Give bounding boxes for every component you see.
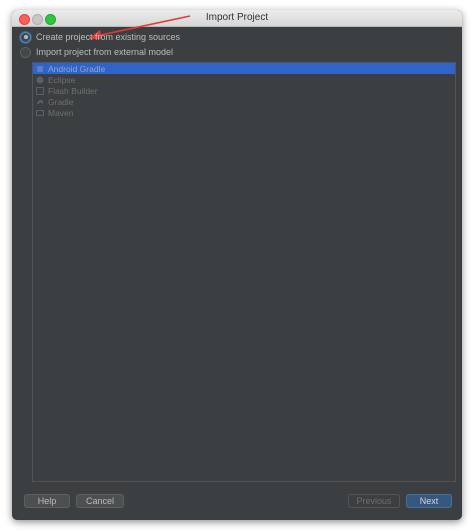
help-button[interactable]: Help — [24, 494, 70, 508]
radio-external-model[interactable] — [20, 46, 31, 58]
next-button[interactable]: Next — [406, 494, 452, 508]
maven-icon — [35, 108, 44, 117]
cancel-button[interactable]: Cancel — [76, 494, 124, 508]
list-item-gradle[interactable]: Gradle — [33, 96, 455, 107]
list-item-flash-builder[interactable]: Flash Builder — [33, 85, 455, 96]
list-item-maven[interactable]: Maven — [33, 107, 455, 118]
eclipse-icon — [35, 75, 44, 84]
option-existing-sources[interactable]: Create project from existing sources — [20, 30, 180, 44]
list-item-label: Eclipse — [48, 74, 76, 85]
external-model-list[interactable]: Android Gradle Eclipse Flash Builder Gra… — [32, 62, 456, 482]
option-external-model[interactable]: Import project from external model — [20, 45, 173, 59]
previous-button[interactable]: Previous — [348, 494, 400, 508]
window-title: Import Project — [205, 12, 269, 23]
list-item-android-gradle[interactable]: Android Gradle — [33, 63, 455, 74]
list-item-label: Android Gradle — [48, 63, 106, 74]
android-icon — [35, 64, 44, 73]
flash-builder-icon — [35, 86, 44, 95]
list-item-label: Flash Builder — [48, 85, 98, 96]
option-external-model-label: Import project from external model — [36, 47, 174, 57]
list-item-label: Gradle — [48, 96, 74, 107]
radio-existing-sources[interactable] — [20, 31, 31, 43]
option-existing-sources-label: Create project from existing sources — [36, 32, 181, 42]
list-item-eclipse[interactable]: Eclipse — [33, 74, 455, 85]
gradle-icon — [35, 97, 44, 106]
list-item-label: Maven — [48, 107, 74, 118]
import-project-dialog: Import Project Create project from exist… — [12, 10, 462, 520]
title-bar[interactable]: Import Project — [12, 10, 462, 27]
